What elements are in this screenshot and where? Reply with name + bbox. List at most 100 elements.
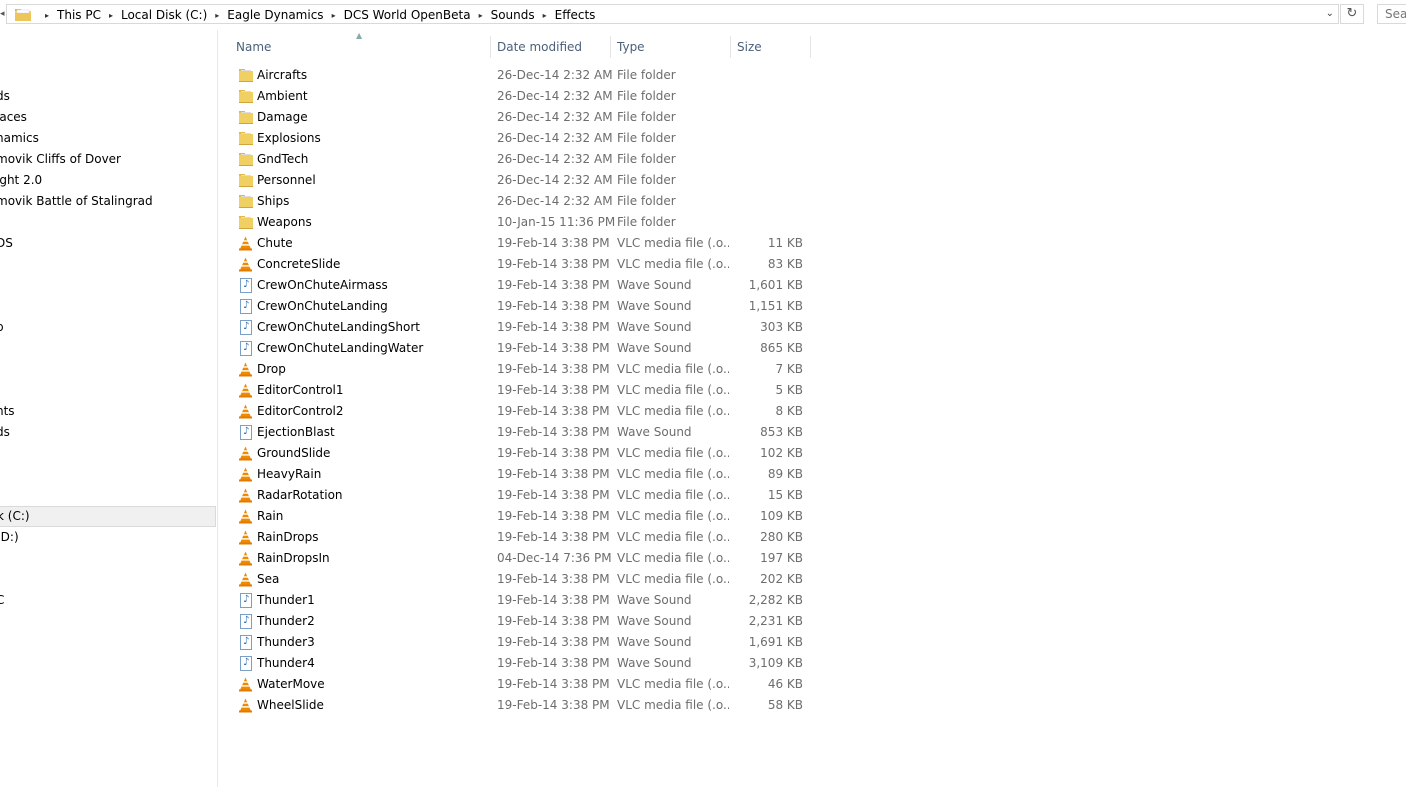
search-input[interactable]: Search Effects [1377, 4, 1406, 24]
up-arrow-icon[interactable]: ◂ [0, 9, 5, 19]
file-row[interactable]: ♪ Thunder3 19-Feb-14 3:38 PM Wave Sound 1,69… [218, 632, 818, 653]
file-row[interactable]: Explosions 26-Dec-14 2:32 AM File folder [218, 128, 818, 149]
file-size [731, 128, 803, 149]
file-row[interactable]: ConcreteSlide 19-Feb-14 3:38 PM VLC media … [218, 254, 818, 275]
vlc-icon [239, 236, 252, 251]
nav-item[interactable]: p [0, 317, 216, 338]
nav-item[interactable]: laces [0, 107, 216, 128]
nav-item[interactable]: k (C:) [0, 506, 216, 527]
address-bar: ◂ ▸ This PC ▸ Local Disk (C:) ▸ Eagle Dynamic… [0, 0, 1406, 30]
file-row[interactable]: WheelSlide 19-Feb-14 3:38 PM VLC media fil… [218, 695, 818, 716]
breadcrumb-item[interactable]: DCS World OpenBeta [344, 8, 471, 22]
file-row[interactable]: RainDropsIn 04-Dec-14 7:36 PM VLC media fi… [218, 548, 818, 569]
nav-item[interactable]: (D:) [0, 527, 216, 548]
nav-item[interactable]: DS [0, 233, 216, 254]
nav-item[interactable]: movik Cliffs of Dover [0, 149, 216, 170]
file-row[interactable]: ♪ EjectionBlast 19-Feb-14 3:38 PM Wave Soun… [218, 422, 818, 443]
vlc-icon [239, 257, 252, 272]
breadcrumb-item[interactable]: Local Disk (C:) [121, 8, 207, 22]
file-name: Thunder2 [257, 614, 315, 628]
file-row[interactable]: ♪ CrewOnChuteLanding 19-Feb-14 3:38 PM Wave… [218, 296, 818, 317]
file-type: Wave Sound [617, 320, 692, 334]
chevron-down-icon[interactable]: ⌄ [1326, 8, 1334, 19]
breadcrumb-separator-icon[interactable]: ▸ [215, 11, 219, 20]
file-row[interactable]: ♪ CrewOnChuteLandingWater 19-Feb-14 3:38 P… [218, 338, 818, 359]
file-name: Thunder1 [257, 593, 315, 607]
column-separator[interactable] [490, 36, 491, 58]
file-date-modified: 19-Feb-14 3:38 PM [497, 656, 610, 670]
file-row[interactable]: Damage 26-Dec-14 2:32 AM File folder [218, 107, 818, 128]
column-header-type[interactable]: Type [617, 36, 645, 58]
file-type: VLC media file (.o... [617, 530, 729, 544]
file-row[interactable]: Aircrafts 26-Dec-14 2:32 AM File folder [218, 65, 818, 86]
breadcrumb-item[interactable]: Effects [555, 8, 596, 22]
file-type: File folder [617, 89, 676, 103]
file-type: File folder [617, 215, 676, 229]
file-row[interactable]: EditorControl1 19-Feb-14 3:38 PM VLC media… [218, 380, 818, 401]
file-row[interactable]: Ambient 26-Dec-14 2:32 AM File folder [218, 86, 818, 107]
file-row[interactable]: GndTech 26-Dec-14 2:32 AM File folder [218, 149, 818, 170]
breadcrumb-item[interactable]: This PC [57, 8, 101, 22]
file-date-modified: 26-Dec-14 2:32 AM [497, 131, 613, 145]
column-header-name[interactable]: Name [236, 36, 271, 58]
refresh-button[interactable]: ↻ [1340, 4, 1364, 24]
file-name: Thunder3 [257, 635, 315, 649]
file-name: Ambient [257, 89, 308, 103]
file-row[interactable]: Personnel 26-Dec-14 2:32 AM File folder [218, 170, 818, 191]
file-row[interactable]: EditorControl2 19-Feb-14 3:38 PM VLC media… [218, 401, 818, 422]
file-row[interactable]: ♪ Thunder2 19-Feb-14 3:38 PM Wave Sound 2,23… [218, 611, 818, 632]
folder-icon [238, 89, 253, 104]
nav-item[interactable]: namics [0, 128, 216, 149]
file-row[interactable]: Weapons 10-Jan-15 11:36 PM File folder [218, 212, 818, 233]
breadcrumb-item[interactable]: Eagle Dynamics [227, 8, 323, 22]
breadcrumb-separator-icon[interactable]: ▸ [45, 11, 49, 20]
file-type: VLC media file (.o... [617, 551, 729, 565]
folder-icon [238, 152, 253, 167]
breadcrumb-separator-icon[interactable]: ▸ [109, 11, 113, 20]
file-row[interactable]: ♪ Thunder4 19-Feb-14 3:38 PM Wave Sound 3,10… [218, 653, 818, 674]
file-row[interactable]: Drop 19-Feb-14 3:38 PM VLC media file (.o.… [218, 359, 818, 380]
file-date-modified: 26-Dec-14 2:32 AM [497, 110, 613, 124]
file-size: 2,231 KB [748, 614, 803, 628]
vlc-icon [239, 530, 252, 545]
column-header-size[interactable]: Size [737, 36, 762, 58]
file-name: CrewOnChuteAirmass [257, 278, 388, 292]
file-row[interactable]: WaterMove 19-Feb-14 3:38 PM VLC media file… [218, 674, 818, 695]
file-row[interactable]: ♪ CrewOnChuteLandingShort 19-Feb-14 3:38 P… [218, 317, 818, 338]
nav-item[interactable]: ds [0, 86, 216, 107]
column-separator[interactable] [730, 36, 731, 58]
nav-item[interactable]: movik Battle of Stalingrad [0, 191, 216, 212]
file-row[interactable]: RadarRotation 19-Feb-14 3:38 PM VLC media … [218, 485, 818, 506]
file-row[interactable]: GroundSlide 19-Feb-14 3:38 PM VLC media fi… [218, 443, 818, 464]
address-box[interactable]: ▸ This PC ▸ Local Disk (C:) ▸ Eagle Dynamics ▸… [6, 4, 1339, 24]
file-row[interactable]: Ships 26-Dec-14 2:32 AM File folder [218, 191, 818, 212]
file-size [731, 212, 803, 233]
breadcrumb-separator-icon[interactable]: ▸ [332, 11, 336, 20]
file-row[interactable]: ♪ CrewOnChuteAirmass 19-Feb-14 3:38 PM Wave… [218, 275, 818, 296]
column-separator[interactable] [610, 36, 611, 58]
nav-item[interactable]: ds [0, 422, 216, 443]
file-row[interactable]: RainDrops 19-Feb-14 3:38 PM VLC media file… [218, 527, 818, 548]
wave-icon: ♪ [240, 278, 252, 293]
breadcrumb-separator-icon[interactable]: ▸ [479, 11, 483, 20]
file-row[interactable]: Rain 19-Feb-14 3:38 PM VLC media file (.o.… [218, 506, 818, 527]
vlc-icon [239, 446, 252, 461]
file-row[interactable]: ♪ Thunder1 19-Feb-14 3:38 PM Wave Sound 2,28… [218, 590, 818, 611]
vlc-icon [239, 362, 252, 377]
column-header-date-modified[interactable]: Date modified [497, 36, 582, 58]
file-row[interactable]: HeavyRain 19-Feb-14 3:38 PM VLC media file… [218, 464, 818, 485]
file-type: Wave Sound [617, 635, 692, 649]
nav-item[interactable]: C [0, 590, 216, 611]
breadcrumb-item[interactable]: Sounds [491, 8, 535, 22]
file-date-modified: 19-Feb-14 3:38 PM [497, 236, 610, 250]
file-name: CrewOnChuteLandingWater [257, 341, 424, 355]
file-name: Personnel [257, 173, 316, 187]
file-row[interactable]: Chute 19-Feb-14 3:38 PM VLC media file (.o… [218, 233, 818, 254]
column-separator[interactable] [810, 36, 811, 58]
file-row[interactable]: Sea 19-Feb-14 3:38 PM VLC media file (.o..… [218, 569, 818, 590]
file-name: Explosions [257, 131, 321, 145]
breadcrumb-separator-icon[interactable]: ▸ [543, 11, 547, 20]
file-type: VLC media file (.o... [617, 572, 729, 586]
nav-item[interactable]: ight 2.0 [0, 170, 216, 191]
nav-item[interactable]: nts [0, 401, 216, 422]
